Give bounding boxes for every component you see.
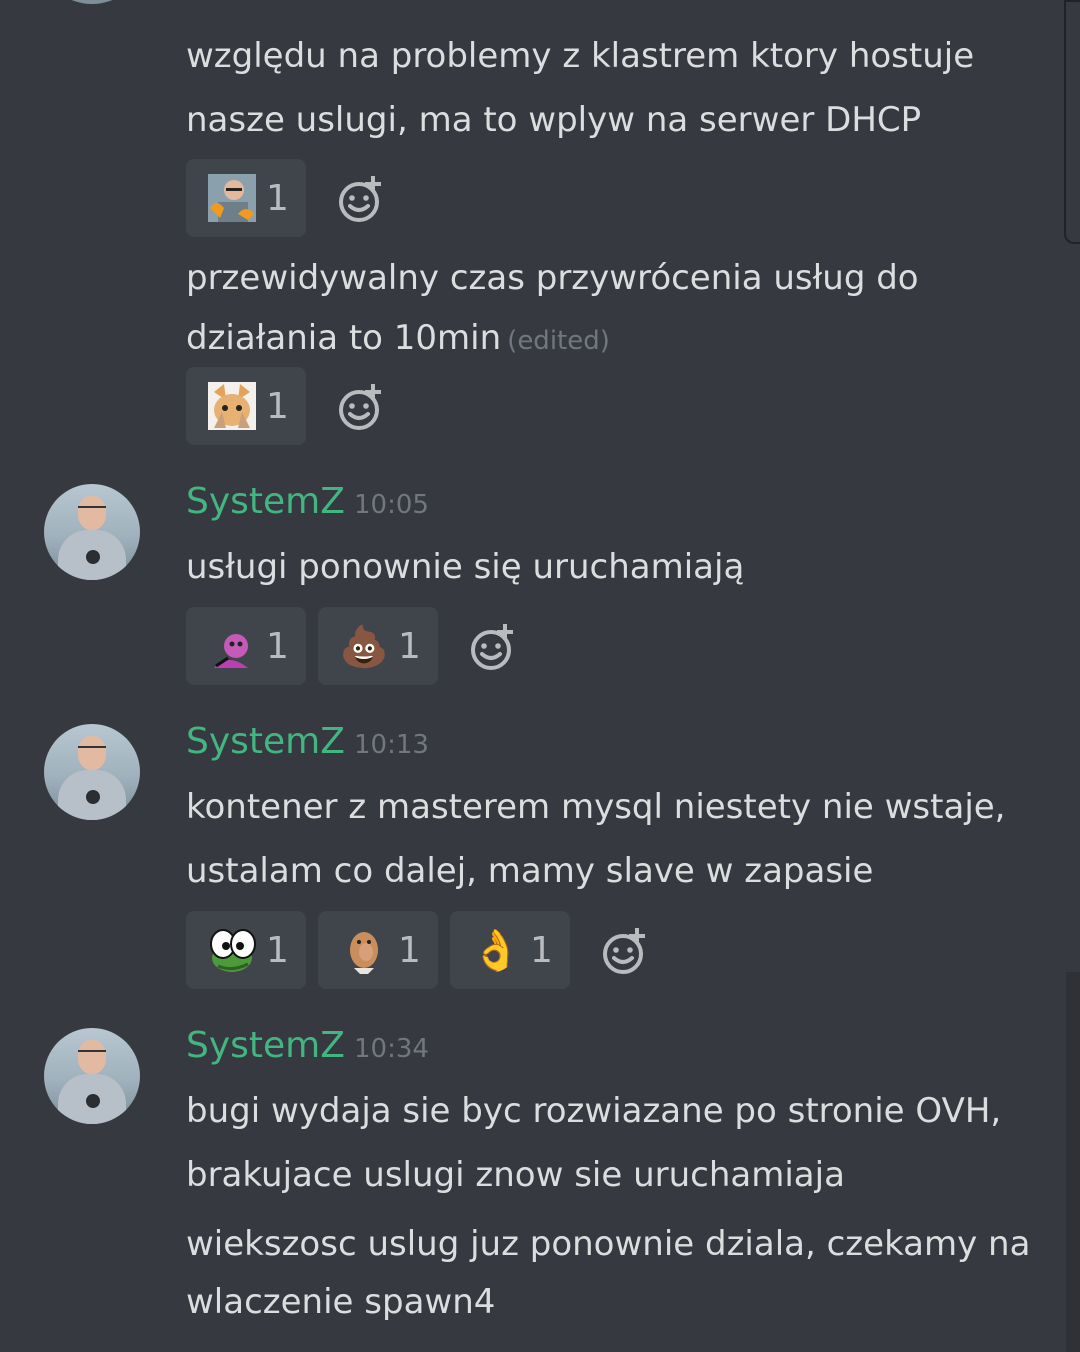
message-text: przewidywalny czas przywrócenia usług do xyxy=(186,258,919,298)
reaction-button[interactable]: 1 xyxy=(186,367,306,445)
message-text: ustalam co dalej, mamy slave w zapasie xyxy=(186,851,874,891)
message-text: nasze uslugi, ma to wplyw na serwer DHCP xyxy=(186,100,922,140)
add-reaction-icon[interactable] xyxy=(335,382,385,432)
avatar-glasses xyxy=(78,746,106,754)
reaction-button[interactable]: 👌 1 xyxy=(450,911,570,989)
add-reaction-icon[interactable] xyxy=(467,622,517,672)
reaction-count: 1 xyxy=(266,177,289,219)
ok-hand-emoji-icon: 👌 xyxy=(471,927,521,974)
reaction-count: 1 xyxy=(266,625,289,667)
reaction-button[interactable]: 1 xyxy=(318,911,438,989)
message-text: względu na problemy z klastrem ktory hos… xyxy=(186,36,975,76)
github-logo-icon xyxy=(86,790,100,804)
message-text: wlaczenie spawn4 xyxy=(186,1282,496,1322)
avatar[interactable] xyxy=(44,484,140,580)
reaction-count: 1 xyxy=(266,929,289,971)
username[interactable]: SystemZ xyxy=(186,722,345,762)
poop-emoji-icon: 💩 xyxy=(339,623,389,670)
custom-emoji-cat-face-icon xyxy=(208,382,256,430)
message-text: kontener z masterem mysql niestety nie w… xyxy=(186,787,1006,827)
reaction-button[interactable]: 💩 1 xyxy=(318,607,438,685)
reaction-button[interactable]: 1 xyxy=(186,911,306,989)
message-text: bugi wydaja sie byc rozwiazane po stroni… xyxy=(186,1091,1002,1131)
avatar[interactable] xyxy=(44,0,140,4)
reaction-button[interactable]: 1 xyxy=(186,607,306,685)
add-reaction-icon[interactable] xyxy=(335,174,385,224)
edited-label: (edited) xyxy=(507,326,610,356)
avatar-glasses xyxy=(78,506,106,514)
reaction-count: 1 xyxy=(398,929,421,971)
username[interactable]: SystemZ xyxy=(186,1026,345,1066)
timestamp: 10:13 xyxy=(354,730,429,760)
message-text: brakujace uslugi znow sie uruchamiaja xyxy=(186,1155,845,1195)
reaction-count: 1 xyxy=(266,385,289,427)
scrollbar-track[interactable] xyxy=(1066,972,1080,1352)
github-logo-icon xyxy=(86,1094,100,1108)
avatar[interactable] xyxy=(44,1028,140,1124)
github-logo-icon xyxy=(86,550,100,564)
avatar-glasses xyxy=(78,1050,106,1058)
reaction-button[interactable]: 1 xyxy=(186,159,306,237)
scrollbar-thumb[interactable] xyxy=(1064,0,1080,244)
username[interactable]: SystemZ xyxy=(186,482,345,522)
custom-emoji-pepe-eyes-icon xyxy=(208,926,256,974)
custom-emoji-man-with-orange-hands-icon xyxy=(208,174,256,222)
message-text-line: działania to 10min xyxy=(186,318,502,358)
custom-emoji-monkey-icon xyxy=(340,926,388,974)
message-text: wiekszosc uslug juz ponownie dziala, cze… xyxy=(186,1224,1031,1264)
message-text: działania to 10min (edited) xyxy=(186,306,610,373)
add-reaction-icon[interactable] xyxy=(599,926,649,976)
timestamp: 10:34 xyxy=(354,1034,429,1064)
custom-emoji-pink-pepe-icon xyxy=(208,622,256,670)
timestamp: 10:05 xyxy=(354,490,429,520)
avatar[interactable] xyxy=(44,724,140,820)
reaction-count: 1 xyxy=(398,625,421,667)
message-text: usługi ponownie się uruchamiają xyxy=(186,547,745,587)
reaction-count: 1 xyxy=(530,929,553,971)
